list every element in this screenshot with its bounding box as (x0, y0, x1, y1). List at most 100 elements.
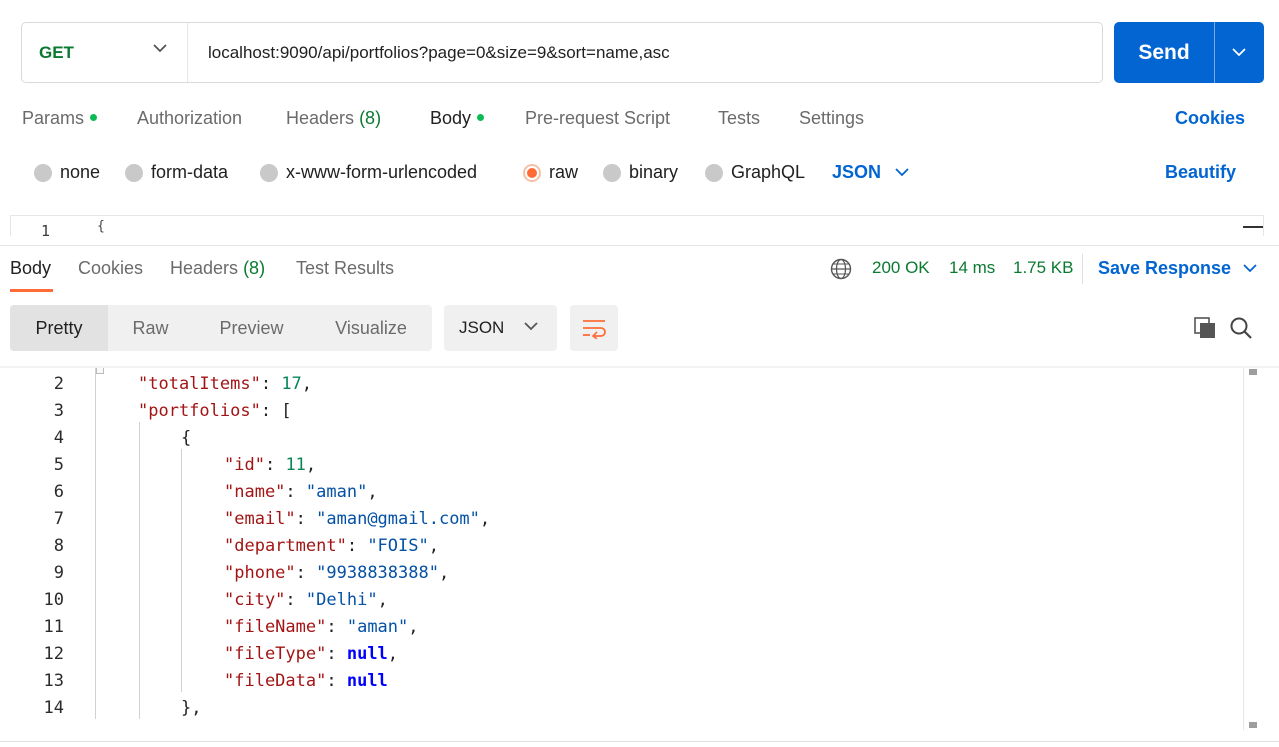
line-content: { (181, 428, 191, 448)
response-body-viewer[interactable]: 2 "totalItems": 17, 3 "portfolios": [4{5 "id… (0, 368, 1279, 730)
response-tab-test-results-label: Test Results (296, 258, 395, 278)
save-response-label: Save Response (1098, 258, 1232, 278)
tab-tests[interactable]: Tests (718, 108, 760, 129)
params-indicator-dot (90, 113, 98, 121)
tab-prerequest-script[interactable]: Pre-request Script (525, 108, 670, 129)
response-size[interactable]: 1.75 KB (1013, 258, 1074, 278)
status-separator (1082, 254, 1083, 284)
line-number: 4 (53, 428, 64, 448)
indent-guide (95, 368, 96, 719)
search-button[interactable] (1228, 315, 1254, 341)
code-token: { (181, 428, 192, 448)
chevron-down-icon (1243, 264, 1257, 273)
code-line: 13 "fileData": null (0, 671, 1240, 698)
code-token: }, (181, 698, 202, 718)
body-format-select[interactable]: JSON (832, 162, 909, 183)
code-token: , (479, 509, 491, 529)
pane-divider[interactable] (0, 245, 1279, 246)
request-body-editor[interactable]: 1 { (10, 215, 1264, 236)
radio-circle (603, 163, 621, 182)
method-select[interactable]: GET (22, 23, 188, 82)
url-input[interactable] (208, 23, 1088, 82)
cookies-link[interactable]: Cookies (1175, 108, 1245, 129)
line-number: 8 (53, 536, 64, 556)
code-token: : [ (260, 401, 292, 421)
code-token: "department" (224, 536, 347, 556)
radio-urlencoded[interactable]: x-www-form-urlencoded (260, 162, 477, 183)
beautify-link[interactable]: Beautify (1165, 162, 1236, 183)
code-token: , (438, 563, 450, 583)
line-content: "name": "aman", (224, 482, 378, 502)
code-token: : (346, 536, 368, 556)
scroll-up-icon[interactable] (1249, 369, 1257, 375)
tab-authorization-label: Authorization (137, 108, 243, 128)
code-token: , (377, 590, 388, 610)
code-token: 11 (285, 455, 306, 475)
indent-guide (181, 449, 182, 692)
radio-form-data[interactable]: form-data (125, 162, 228, 183)
tab-headers[interactable]: Headers (8) (286, 108, 381, 129)
code-token: "aman@gmail.com" (316, 509, 480, 529)
code-token: : (326, 671, 347, 691)
radio-none-label: none (60, 162, 101, 182)
radio-raw[interactable]: raw (523, 162, 578, 183)
view-visualize-button[interactable]: Visualize (310, 305, 432, 351)
scroll-down-icon[interactable] (1249, 722, 1257, 728)
view-pretty-button[interactable]: Pretty (10, 305, 108, 351)
response-time[interactable]: 14 ms (949, 258, 995, 278)
tab-authorization[interactable]: Authorization (137, 108, 242, 129)
view-visualize-label: Visualize (335, 317, 407, 338)
code-line: 3 "portfolios": [ (0, 401, 1240, 428)
code-token: "9938838388" (316, 563, 439, 583)
code-token: 17 (281, 374, 302, 394)
chevron-down-icon (524, 322, 538, 331)
tab-settings[interactable]: Settings (799, 108, 864, 129)
response-tab-cookies[interactable]: Cookies (78, 258, 143, 279)
response-format-label: JSON (459, 318, 505, 337)
scrollbar-track[interactable] (1243, 368, 1244, 730)
line-number: 12 (43, 644, 64, 664)
headers-count: (8) (359, 108, 382, 128)
response-format-select[interactable]: JSON (444, 305, 557, 351)
code-line: 12 "fileType": null, (0, 644, 1240, 671)
response-tab-headers[interactable]: Headers (8) (170, 258, 265, 279)
active-tab-underline (10, 289, 53, 292)
radio-binary[interactable]: binary (603, 162, 678, 183)
editor-first-char: { (97, 219, 105, 234)
code-line: 7 "email": "aman@gmail.com", (0, 509, 1240, 536)
save-response-button[interactable]: Save Response (1098, 258, 1257, 279)
body-indicator-dot (477, 113, 485, 121)
radio-binary-label: binary (629, 162, 679, 182)
wrap-lines-button[interactable] (570, 305, 618, 351)
code-token: "portfolios" (138, 401, 261, 421)
send-button[interactable]: Send (1114, 22, 1264, 83)
code-token: "totalItems" (138, 374, 261, 394)
line-number: 2 (53, 374, 64, 394)
response-tab-body[interactable]: Body (10, 258, 51, 279)
chevron-down-icon (895, 168, 909, 177)
view-preview-button[interactable]: Preview (193, 305, 310, 351)
resize-handle[interactable] (1243, 226, 1263, 228)
code-token: , (367, 482, 378, 502)
response-status[interactable]: 200 OK (872, 258, 930, 278)
globe-icon[interactable] (830, 258, 852, 280)
line-content: "email": "aman@gmail.com", (224, 509, 490, 529)
code-token: , (301, 374, 313, 394)
tab-body[interactable]: Body (430, 108, 485, 129)
view-raw-button[interactable]: Raw (108, 305, 193, 351)
tab-params-label: Params (22, 108, 85, 128)
code-token: : (295, 563, 317, 583)
response-tab-test-results[interactable]: Test Results (296, 258, 394, 279)
tab-params[interactable]: Params (22, 108, 98, 129)
radio-graphql[interactable]: GraphQL (705, 162, 805, 183)
line-number: 10 (43, 590, 64, 610)
radio-circle (705, 163, 723, 182)
chevron-down-icon[interactable] (1231, 44, 1247, 60)
line-number: 13 (43, 671, 64, 691)
tab-settings-label: Settings (799, 108, 865, 128)
radio-none[interactable]: none (34, 162, 100, 183)
copy-button[interactable] (1192, 315, 1218, 341)
line-content: "id": 11, (224, 455, 316, 475)
send-divider (1214, 22, 1215, 83)
line-number: 7 (53, 509, 64, 529)
